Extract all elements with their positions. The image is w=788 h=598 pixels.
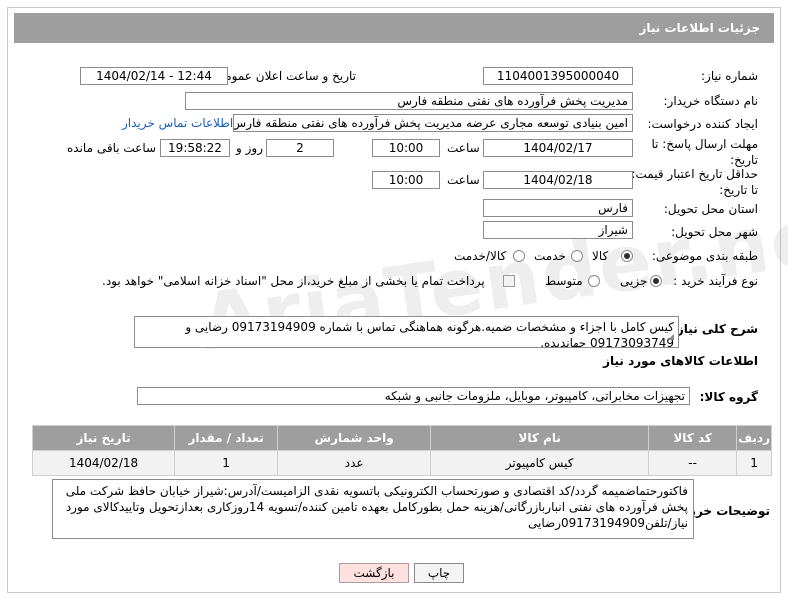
description-text: کیس کامل با اجزاء و مشخصات ضمیه.هرگونه ه…: [185, 320, 674, 348]
treasury-payment-checkbox[interactable]: [503, 275, 515, 287]
reply-deadline-label: مهلت ارسال پاسخ: تا تاریخ:: [651, 137, 758, 167]
page-title: جزئیات اطلاعات نیاز: [639, 21, 760, 35]
requester-label: ایجاد کننده درخواست:: [647, 117, 758, 131]
goods-group-label: گروه کالا:: [699, 390, 758, 404]
col-unit: واحد شمارش: [277, 425, 432, 451]
table-row: 1 -- کیس کامپیوتر عدد 1 1404/02/18: [31, 450, 772, 476]
buyer-org-label: نام دستگاه خریدار:: [663, 94, 759, 108]
reply-date-field: 1404/02/17: [483, 139, 633, 157]
back-button[interactable]: بازگشت: [339, 563, 409, 583]
table-header-row: ردیف کد کالا نام کالا واحد شمارش تعداد /…: [31, 425, 772, 451]
purchase-option-medium: متوسط: [545, 274, 583, 288]
print-button[interactable]: چاپ: [414, 563, 464, 583]
province-label: استان محل تحویل:: [663, 202, 758, 216]
price-validity-label: حداقل تاریخ اعتبار قیمت: تا تاریخ:: [631, 167, 758, 197]
province-field: فارس: [483, 199, 633, 217]
need-number-label: شماره نیاز:: [701, 69, 758, 83]
description-textarea: کیس کامل با اجزاء و مشخصات ضمیه.هرگونه ه…: [134, 316, 679, 348]
city-label: شهر محل تحویل:: [671, 225, 758, 239]
cell-quantity: 1: [174, 450, 279, 476]
goods-info-title: اطلاعات کالاهای مورد نیاز: [603, 354, 758, 368]
items-table: ردیف کد کالا نام کالا واحد شمارش تعداد /…: [31, 425, 772, 476]
requester-field: امین بنیادی توسعه مجاری عرضه مدیریت پخش …: [233, 114, 633, 132]
cell-row-number: 1: [736, 450, 772, 476]
category-option-goods-service: کالا/خدمت: [454, 249, 507, 263]
category-label: طبقه بندی موضوعی:: [651, 249, 758, 263]
category-radio-service[interactable]: [571, 250, 583, 262]
description-label: شرح کلی نیاز:: [672, 322, 758, 336]
category-radio-goods-service[interactable]: [513, 250, 525, 262]
price-date-field: 1404/02/18: [483, 171, 633, 189]
remaining-label: ساعت باقی مانده: [67, 141, 157, 155]
announce-label: تاریخ و ساعت اعلان عمومی:: [211, 69, 356, 83]
resize-grip-icon[interactable]: ◢: [668, 329, 674, 345]
buyer-notes-textarea: فاکتورحتماضمیمه گردد/کد اقتصادی و صورتحس…: [52, 479, 694, 539]
cell-item-name: کیس کامپیوتر: [430, 450, 650, 476]
col-need-date: تاریخ نیاز: [31, 425, 176, 451]
category-option-service: خدمت: [534, 249, 566, 263]
cell-need-date: 1404/02/18: [31, 450, 176, 476]
price-time-field: 10:00: [372, 171, 440, 189]
col-item-code: کد کالا: [648, 425, 738, 451]
remaining-time-field: 19:58:22: [160, 139, 230, 157]
purchase-option-minor: جزیی: [620, 274, 648, 288]
reply-time-field: 10:00: [372, 139, 440, 157]
col-row-number: ردیف: [736, 425, 772, 451]
reply-time-label: ساعت: [447, 141, 480, 155]
purchase-type-label: نوع فرآیند خرید :: [673, 274, 758, 288]
goods-group-field: تجهیزات مخابراتی، کامپیوتر، موبایل، ملزو…: [137, 387, 690, 405]
col-item-name: نام کالا: [430, 425, 650, 451]
need-number-field: 1104001395000040: [483, 67, 633, 85]
contact-buyer-link[interactable]: اطلاعات تماس خریدار: [122, 116, 233, 130]
purchase-radio-minor[interactable]: [650, 275, 662, 287]
buyer-org-field: مدیریت پخش فرآورده های نفتی منطقه فارس: [185, 92, 633, 110]
purchase-radio-medium[interactable]: [588, 275, 600, 287]
buyer-notes-text: فاکتورحتماضمیمه گردد/کد اقتصادی و صورتحس…: [65, 484, 688, 530]
col-quantity: تعداد / مقدار: [174, 425, 279, 451]
announce-field: 1404/02/14 - 12:44: [80, 67, 228, 85]
payment-note: پرداخت تمام یا بخشی از مبلغ خرید،از محل …: [102, 274, 485, 288]
category-option-goods: کالا: [592, 249, 609, 263]
price-time-label: ساعت: [447, 173, 480, 187]
cell-item-code: --: [648, 450, 738, 476]
header-bar: جزئیات اطلاعات نیاز: [14, 13, 774, 43]
days-label: روز و: [236, 141, 263, 155]
city-field: شیراز: [483, 221, 633, 239]
days-field: 2: [266, 139, 334, 157]
category-radio-goods[interactable]: [621, 250, 633, 262]
cell-unit: عدد: [277, 450, 432, 476]
